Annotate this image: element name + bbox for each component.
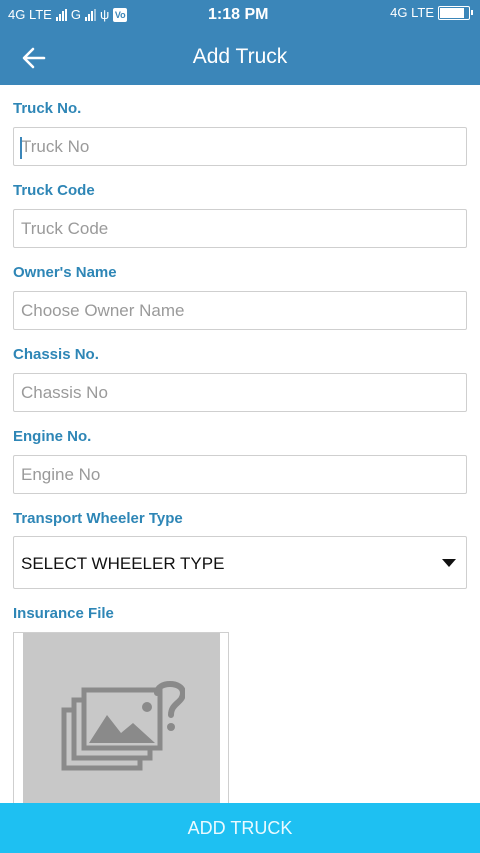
owner-name-label: Owner's Name bbox=[13, 264, 117, 281]
wheeler-type-select[interactable]: SELECT WHEELER TYPE bbox=[13, 536, 467, 589]
status-bar-left: 4G LTE G ψ Vo bbox=[8, 7, 128, 22]
engine-no-input[interactable] bbox=[13, 455, 467, 494]
battery-icon bbox=[438, 5, 473, 20]
insurance-file-label: Insurance File bbox=[13, 605, 114, 622]
volte-badge: Vo bbox=[113, 7, 128, 22]
chevron-down-icon bbox=[442, 559, 456, 567]
owner-name-input[interactable] bbox=[13, 291, 467, 330]
text-cursor bbox=[20, 137, 22, 159]
truck-code-input[interactable] bbox=[13, 209, 467, 248]
signal-strength-icon bbox=[55, 8, 67, 21]
truck-no-input[interactable] bbox=[13, 127, 467, 166]
page-title: Add Truck bbox=[192, 45, 288, 68]
engine-no-label: Engine No. bbox=[13, 428, 92, 445]
battery-fill bbox=[440, 7, 464, 18]
insurance-file-picker[interactable] bbox=[13, 632, 229, 813]
chassis-no-input[interactable] bbox=[13, 373, 467, 412]
insurance-file-preview bbox=[23, 633, 220, 813]
add-truck-button[interactable]: ADD TRUCK bbox=[0, 803, 480, 853]
app-bar: Add Truck bbox=[0, 30, 480, 85]
network-type-label: 4G LTE bbox=[8, 7, 52, 22]
wheeler-type-selected: SELECT WHEELER TYPE bbox=[21, 554, 225, 573]
truck-code-label: Truck Code bbox=[13, 182, 95, 199]
network-type-label-3: 4G LTE bbox=[390, 5, 434, 20]
status-bar: 4G LTE G ψ Vo 1:18 PM 4G LTE bbox=[0, 0, 480, 30]
truck-no-label: Truck No. bbox=[13, 100, 82, 117]
network-type-label-2: G bbox=[70, 7, 81, 22]
signal-strength-icon-2 bbox=[84, 8, 96, 21]
status-bar-right: 4G LTE bbox=[390, 5, 473, 20]
clock: 1:18 PM bbox=[208, 6, 269, 23]
image-placeholder-icon bbox=[61, 681, 185, 771]
wheeler-type-label: Transport Wheeler Type bbox=[13, 510, 183, 527]
chassis-no-label: Chassis No. bbox=[13, 346, 99, 363]
usb-icon: ψ bbox=[99, 7, 110, 22]
